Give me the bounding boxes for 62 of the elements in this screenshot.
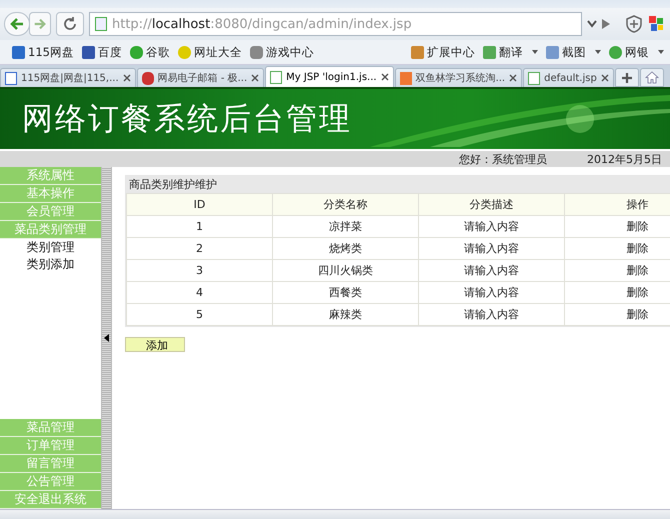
sidebar-subitem[interactable]: 类别管理 [0, 239, 101, 256]
toolbar-button[interactable]: 翻译 [483, 44, 538, 60]
browser-tab[interactable]: 网易电子邮箱 - 极... [136, 68, 264, 87]
column-header: 分类描述 [418, 194, 564, 216]
browser-tab[interactable]: default.jsp [523, 68, 614, 87]
back-button[interactable] [4, 12, 30, 36]
table-cell: 烧烤类 [272, 238, 418, 260]
shield-icon[interactable] [625, 15, 643, 33]
panel-title: 商品类别维护维护 [126, 176, 670, 193]
close-icon[interactable] [600, 74, 609, 82]
caret-icon[interactable] [595, 50, 601, 54]
toolbar-button[interactable]: 截图 [546, 44, 601, 60]
bookmark-link[interactable]: 百度 [82, 44, 122, 60]
browser-tab[interactable]: My JSP 'login1.js... [265, 66, 394, 87]
table-cell: 4 [126, 282, 272, 304]
caret-icon[interactable] [532, 50, 538, 54]
table-cell: 请输入内容 [418, 260, 564, 282]
close-icon[interactable] [122, 74, 131, 82]
banner-title: 网络订餐系统后台管理 [22, 100, 352, 139]
table-cell: 请输入内容 [418, 216, 564, 238]
browser-tab[interactable]: 双鱼林学习系统淘... [394, 68, 522, 87]
caret-icon[interactable] [658, 50, 664, 54]
table-cell: 3 [126, 260, 272, 282]
close-icon[interactable] [380, 73, 389, 81]
sidebar-subitem[interactable]: 类别添加 [0, 256, 101, 273]
refresh-icon[interactable] [62, 16, 78, 32]
table-cell: 请输入内容 [418, 282, 564, 304]
play-icon[interactable] [602, 19, 610, 29]
table-cell: 5 [126, 304, 272, 326]
close-icon[interactable] [251, 74, 260, 82]
toolbar-button[interactable]: 扩展中心 [411, 44, 475, 60]
address-field[interactable]: http://localhost:8080/dingcan/admin/index.jsp [89, 12, 582, 36]
refresh-button[interactable] [56, 12, 84, 36]
home-button[interactable] [640, 68, 664, 87]
toolbar-button[interactable]: 网银 [609, 44, 664, 60]
column-header: ID [126, 194, 272, 216]
date-text: 2012年5月5日 [587, 152, 662, 166]
table-cell: 四川火锅类 [272, 260, 418, 282]
table-cell: 请输入内容 [418, 238, 564, 260]
close-icon[interactable] [509, 74, 518, 82]
collapse-arrow-icon[interactable] [104, 334, 109, 342]
dropdown-icon[interactable] [587, 20, 597, 28]
bookmark-link[interactable]: 115网盘 [12, 44, 74, 60]
new-tab-button[interactable] [614, 68, 639, 87]
table-cell: 2 [126, 238, 272, 260]
back-arrow-icon[interactable] [9, 16, 25, 32]
plus-icon[interactable] [620, 72, 633, 84]
table-cell: 麻辣类 [272, 304, 418, 326]
greeting-text: 您好：系统管理员 [459, 152, 547, 166]
table-cell: 1 [126, 216, 272, 238]
column-header: 分类名称 [272, 194, 418, 216]
bookmark-link[interactable]: 谷歌 [130, 44, 170, 60]
squares-icon[interactable] [648, 15, 666, 33]
table-cell: 西餐类 [272, 282, 418, 304]
column-header: 操作 [564, 194, 670, 216]
bookmark-link[interactable]: 网址大全 [178, 44, 242, 60]
add-button[interactable]: 添加 [125, 337, 185, 352]
table-cell: 请输入内容 [418, 304, 564, 326]
home-icon[interactable] [644, 71, 659, 84]
bookmark-link[interactable]: 游戏中心 [250, 44, 314, 60]
table-cell: 凉拌菜 [272, 216, 418, 238]
browser-tab[interactable]: 115网盘|网盘|115,... [0, 68, 136, 87]
